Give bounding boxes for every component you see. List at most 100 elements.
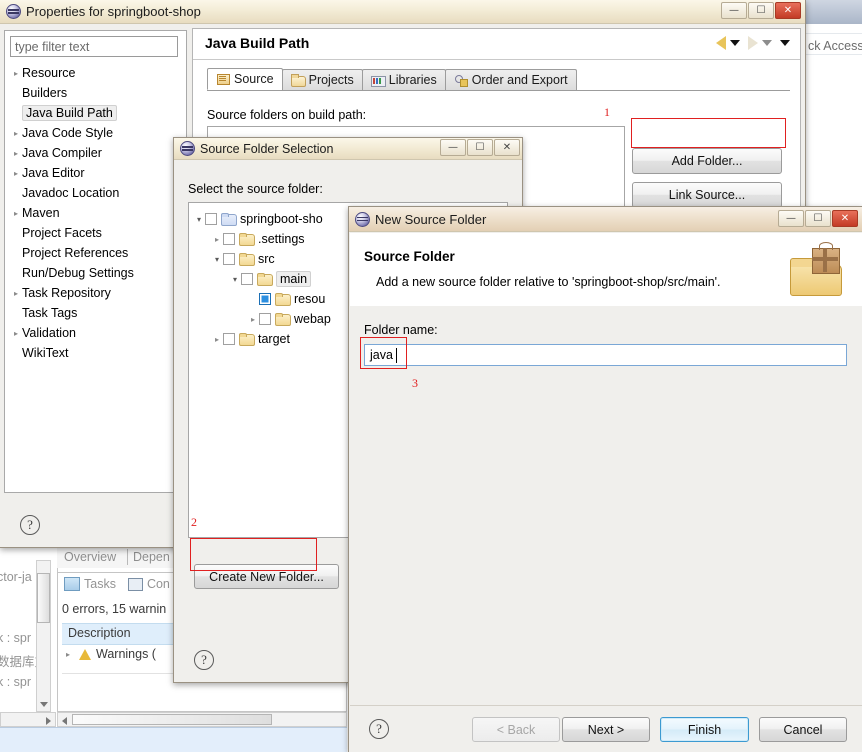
close-button[interactable]: ✕	[832, 210, 858, 227]
checkbox[interactable]	[259, 293, 271, 305]
expand-arrow-icon[interactable]: ▸	[10, 129, 22, 138]
checkbox[interactable]	[241, 273, 253, 285]
view-tab-console[interactable]: Con	[147, 577, 170, 591]
sidebar-item-task-tags[interactable]: Task Tags	[10, 303, 182, 323]
scroll-thumb[interactable]	[72, 714, 272, 725]
tab-libraries[interactable]: Libraries	[361, 69, 446, 90]
sidebar-item-resource[interactable]: ▸ Resource	[10, 63, 182, 83]
finish-button[interactable]: Finish	[660, 717, 749, 742]
eclipse-icon	[6, 4, 21, 19]
tab-label: Libraries	[388, 73, 437, 87]
collapse-arrow-icon[interactable]: ▾	[193, 215, 205, 224]
sidebar-item-validation[interactable]: ▸ Validation	[10, 323, 182, 343]
source-folder-icon	[216, 73, 230, 85]
cancel-button[interactable]: Cancel	[759, 717, 847, 742]
checkbox[interactable]	[223, 233, 235, 245]
sidebar-item-run-debug-settings[interactable]: Run/Debug Settings	[10, 263, 182, 283]
editor-tab-overview[interactable]: Overview	[64, 550, 116, 564]
expand-arrow-icon[interactable]: ▸	[62, 650, 74, 659]
problems-warning-row[interactable]: ▸ Warnings (	[62, 647, 156, 661]
tab-projects[interactable]: Projects	[281, 69, 363, 90]
properties-help-button[interactable]: ?	[20, 515, 40, 535]
sidebar-item-project-references[interactable]: Project References	[10, 243, 182, 263]
source-folder-window-controls[interactable]: — ☐ ✕	[440, 139, 520, 156]
page-nav-controls[interactable]	[716, 36, 790, 50]
back-button[interactable]: < Back	[472, 717, 560, 742]
scroll-left-arrow[interactable]	[62, 717, 67, 725]
tree-item-label: .settings	[258, 232, 305, 246]
forward-dropdown-icon[interactable]	[762, 40, 772, 46]
expand-arrow-icon[interactable]: ▸	[10, 209, 22, 218]
expand-arrow-icon[interactable]: ▸	[10, 169, 22, 178]
build-path-tabs[interactable]: Source Projects Libraries Order and Expo…	[207, 68, 790, 91]
create-new-folder-button-visual[interactable]: Create New Folder...	[194, 564, 339, 589]
sidebar-item-label: Task Repository	[22, 286, 111, 300]
maximize-button[interactable]: ☐	[467, 139, 493, 156]
forward-arrow-icon[interactable]	[748, 36, 758, 50]
collapse-arrow-icon[interactable]: ▾	[211, 255, 223, 264]
background-left-scrollbar[interactable]	[36, 560, 51, 712]
properties-tree[interactable]: ▸ Resource Builders Java Build Path ▸ Java…	[10, 63, 182, 488]
scroll-thumb[interactable]	[37, 573, 50, 623]
properties-window-controls[interactable]: — ☐ ✕	[721, 2, 801, 19]
maximize-button[interactable]: ☐	[805, 210, 831, 227]
properties-dialog-titlebar[interactable]: Properties for springboot-shop — ☐ ✕	[0, 0, 805, 24]
scroll-right-arrow[interactable]	[46, 717, 51, 725]
checkbox[interactable]	[223, 253, 235, 265]
expand-arrow-icon[interactable]: ▸	[247, 315, 259, 324]
sidebar-item-project-facets[interactable]: Project Facets	[10, 223, 182, 243]
close-button[interactable]: ✕	[494, 139, 520, 156]
sidebar-item-wikitext[interactable]: WikiText	[10, 343, 182, 363]
minimize-button[interactable]: —	[778, 210, 804, 227]
checkbox[interactable]	[259, 313, 271, 325]
filter-input[interactable]: type filter text	[10, 36, 178, 57]
expand-arrow-icon[interactable]: ▸	[10, 289, 22, 298]
editor-tab-dependencies[interactable]: Depen	[133, 550, 170, 564]
quick-access-field[interactable]	[806, 33, 862, 55]
next-label: Next >	[587, 722, 625, 737]
minimize-button[interactable]: —	[440, 139, 466, 156]
background-problems-hscrollbar[interactable]	[57, 712, 347, 727]
tab-source[interactable]: Source	[207, 68, 283, 90]
annotation-number-3: 3	[412, 376, 418, 390]
new-source-folder-titlebar[interactable]: New Source Folder — ☐ ✕	[349, 207, 862, 232]
back-dropdown-icon[interactable]	[730, 40, 740, 46]
background-left-hscrollbar[interactable]	[0, 712, 56, 727]
expand-arrow-icon[interactable]: ▸	[10, 329, 22, 338]
next-button[interactable]: Next >	[562, 717, 650, 742]
tab-order-and-export[interactable]: Order and Export	[444, 69, 577, 90]
menu-dropdown-icon[interactable]	[780, 40, 790, 46]
sidebar-item-builders[interactable]: Builders	[10, 83, 182, 103]
sidebar-item-label: Java Build Path	[22, 105, 117, 121]
sidebar-item-javadoc-location[interactable]: Javadoc Location	[10, 183, 182, 203]
checkbox[interactable]	[205, 213, 217, 225]
expand-arrow-icon[interactable]: ▸	[10, 149, 22, 158]
maximize-button[interactable]: ☐	[748, 2, 774, 19]
wizard-help-button[interactable]: ?	[369, 719, 389, 739]
sidebar-item-java-build-path[interactable]: Java Build Path	[10, 103, 182, 123]
checkbox[interactable]	[223, 333, 235, 345]
folder-name-input[interactable]: java	[364, 344, 847, 366]
source-folder-selection-titlebar[interactable]: Source Folder Selection — ☐ ✕	[174, 138, 522, 160]
expand-arrow-icon[interactable]: ▸	[211, 335, 223, 344]
link-source-button[interactable]: Link Source...	[632, 182, 782, 208]
sidebar-item-task-repository[interactable]: ▸ Task Repository	[10, 283, 182, 303]
new-source-folder-window-controls[interactable]: — ☐ ✕	[778, 210, 858, 227]
back-arrow-icon[interactable]	[716, 36, 726, 50]
close-button[interactable]: ✕	[775, 2, 801, 19]
add-folder-button[interactable]: Add Folder...	[632, 148, 782, 174]
sidebar-item-java-code-style[interactable]: ▸ Java Code Style	[10, 123, 182, 143]
source-folder-help-button[interactable]: ?	[194, 650, 214, 670]
expand-arrow-icon[interactable]: ▸	[10, 69, 22, 78]
sidebar-item-java-editor[interactable]: ▸ Java Editor	[10, 163, 182, 183]
expand-arrow-icon[interactable]: ▸	[211, 235, 223, 244]
collapse-arrow-icon[interactable]: ▾	[229, 275, 241, 284]
view-tab-tasks[interactable]: Tasks	[84, 577, 116, 591]
tab-label: Order and Export	[471, 73, 568, 87]
sidebar-item-java-compiler[interactable]: ▸ Java Compiler	[10, 143, 182, 163]
sidebar-item-maven[interactable]: ▸ Maven	[10, 203, 182, 223]
minimize-button[interactable]: —	[721, 2, 747, 19]
scroll-down-arrow[interactable]	[40, 702, 48, 707]
filter-placeholder: type filter text	[15, 40, 90, 54]
folder-icon	[239, 333, 255, 346]
